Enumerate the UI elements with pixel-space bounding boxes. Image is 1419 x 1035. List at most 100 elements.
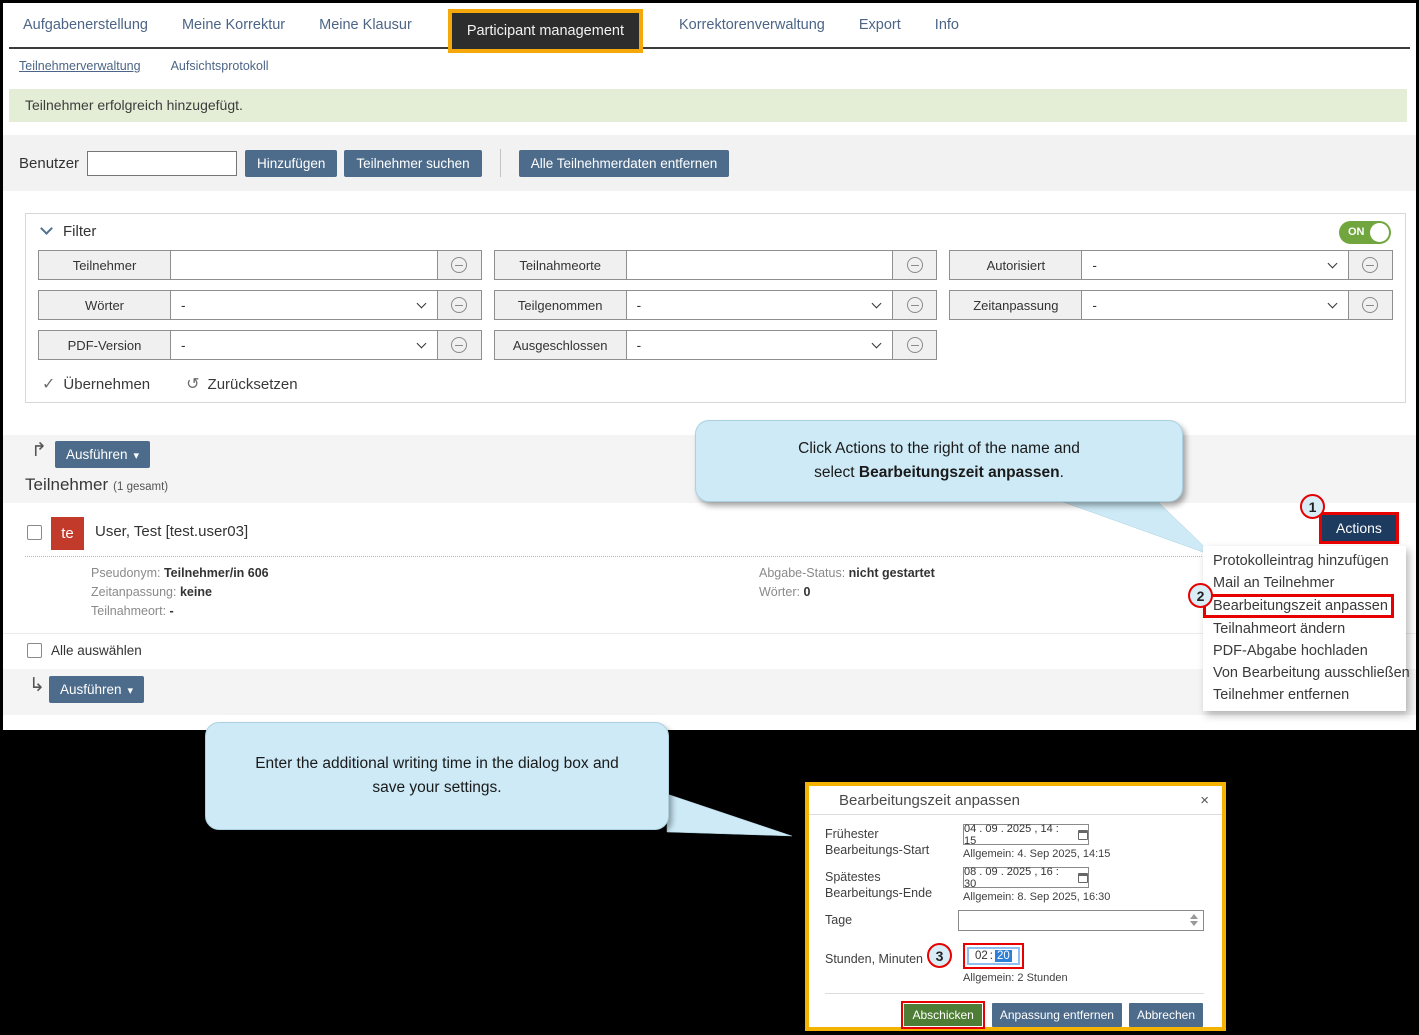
user-add-toolbar: Benutzer Hinzufügen Teilnehmer suchen Al… xyxy=(3,135,1416,191)
time-hours: 02 xyxy=(975,950,988,962)
filter-label: Wörter xyxy=(39,291,171,319)
field-area xyxy=(958,910,1204,936)
start-datetime-input[interactable]: 04 . 09 . 2025 , 14 : 15 xyxy=(963,824,1089,845)
filter-teilnehmer-input[interactable] xyxy=(171,251,437,279)
participant-details-right: Abgabe-Status: nicht gestartet Wörter: 0 xyxy=(759,564,935,602)
filter-field-teilnahmeorte: Teilnahmeorte xyxy=(494,250,938,280)
remove-filter-button[interactable] xyxy=(892,331,936,359)
field-hint: Allgemein: 8. Sep 2025, 16:30 xyxy=(963,891,1110,903)
check-icon: ✓ xyxy=(42,374,55,394)
tab-export[interactable]: Export xyxy=(859,17,901,33)
dialog-body: FrühesterBearbeitungs-Start 04 . 09 . 20… xyxy=(809,815,1222,1029)
cancel-button[interactable]: Abbrechen xyxy=(1129,1003,1203,1027)
chevron-down-icon xyxy=(872,339,882,349)
close-icon[interactable]: × xyxy=(1200,792,1209,809)
calendar-icon[interactable] xyxy=(1078,873,1088,883)
remove-filter-button[interactable] xyxy=(437,251,481,279)
filter-grid: Teilnehmer Teilnahmeorte Autorisiert - W… xyxy=(38,250,1393,360)
dialog-row-start: FrühesterBearbeitungs-Start 04 . 09 . 20… xyxy=(825,824,1204,860)
time-separator: : xyxy=(990,950,993,962)
menu-item-mail[interactable]: Mail an Teilnehmer xyxy=(1203,572,1406,594)
remove-filter-button[interactable] xyxy=(437,291,481,319)
menu-item-protokolleintrag[interactable]: Protokolleintrag hinzufügen xyxy=(1203,550,1406,572)
field-hint: Allgemein: 4. Sep 2025, 14:15 xyxy=(963,848,1110,860)
select-value: - xyxy=(1092,258,1097,273)
reset-filter-button[interactable]: ↺Zurücksetzen xyxy=(186,374,297,394)
screenshot-frame: Aufgabenerstellung Meine Korrektur Meine… xyxy=(0,0,1419,1035)
participant-checkbox[interactable] xyxy=(27,525,42,540)
chevron-down-icon xyxy=(40,222,53,235)
tage-input[interactable] xyxy=(958,910,1204,931)
select-value: - xyxy=(181,338,186,353)
filter-teilnahmeorte-input[interactable] xyxy=(627,251,893,279)
field-label: FrühesterBearbeitungs-Start xyxy=(825,824,963,860)
filter-zeitanpassung-select[interactable]: - xyxy=(1082,291,1348,319)
benutzer-input[interactable] xyxy=(87,151,237,176)
time-input[interactable]: 02 : 20 xyxy=(967,947,1020,965)
filter-autorisiert-select[interactable]: - xyxy=(1082,251,1348,279)
remove-filter-button[interactable] xyxy=(437,331,481,359)
filter-title: Filter xyxy=(63,223,96,240)
filter-woerter-select[interactable]: - xyxy=(171,291,437,319)
execute-label: Ausführen xyxy=(60,682,122,697)
end-datetime-input[interactable]: 08 . 09 . 2025 , 16 : 30 xyxy=(963,867,1089,888)
circled-minus-icon xyxy=(907,257,923,273)
add-button[interactable]: Hinzufügen xyxy=(245,150,337,177)
menu-item-teilnahmeort[interactable]: Teilnahmeort ändern xyxy=(1203,618,1406,640)
select-all-checkbox[interactable] xyxy=(27,643,42,658)
filter-header[interactable]: Filter ON xyxy=(26,214,1405,248)
tab-info[interactable]: Info xyxy=(935,17,959,33)
bubble-1-line-1: Click Actions to the right of the name a… xyxy=(696,437,1182,461)
search-participant-button[interactable]: Teilnehmer suchen xyxy=(344,150,481,177)
subnav-aufsichtsprotokoll[interactable]: Aufsichtsprotokoll xyxy=(171,59,269,73)
remove-all-data-button[interactable]: Alle Teilnehmerdaten entfernen xyxy=(519,150,730,177)
actions-menu: Protokolleintrag hinzufügen Mail an Teil… xyxy=(1203,546,1406,711)
tab-aufgabenerstellung[interactable]: Aufgabenerstellung xyxy=(23,17,148,33)
benutzer-label: Benutzer xyxy=(19,155,79,172)
reset-icon: ↺ xyxy=(186,374,199,394)
menu-item-ausschliessen[interactable]: Von Bearbeitung ausschließen xyxy=(1203,662,1406,684)
select-value: - xyxy=(637,298,642,313)
circled-minus-icon xyxy=(907,337,923,353)
filter-pdf-version-select[interactable]: - xyxy=(171,331,437,359)
remove-filter-button[interactable] xyxy=(892,291,936,319)
filter-teilgenommen-select[interactable]: - xyxy=(627,291,893,319)
tab-korrektorenverwaltung[interactable]: Korrektorenverwaltung xyxy=(679,17,825,33)
dialog-footer: Abschicken Anpassung entfernen Abbrechen xyxy=(825,993,1204,1029)
remove-filter-button[interactable] xyxy=(1348,291,1392,319)
detail-line: Abgabe-Status: nicht gestartet xyxy=(759,564,935,583)
execute-label: Ausführen xyxy=(66,447,128,462)
spinner-icon[interactable] xyxy=(1190,914,1198,926)
apply-filter-button[interactable]: ✓ Übernehmen xyxy=(42,374,150,394)
execute-bottom-button[interactable]: Ausführen▾ xyxy=(49,676,144,703)
remove-filter-button[interactable] xyxy=(1348,251,1392,279)
submit-button[interactable]: Abschicken xyxy=(904,1004,981,1026)
dialog-row-end: SpätestesBearbeitungs-Ende 08 . 09 . 202… xyxy=(825,867,1204,903)
menu-item-bearbeitungszeit[interactable]: Bearbeitungszeit anpassen xyxy=(1203,594,1394,618)
bearbeitungszeit-dialog: Bearbeitungszeit anpassen × FrühesterBea… xyxy=(805,782,1226,1031)
filter-on-toggle[interactable]: ON xyxy=(1339,221,1391,244)
actions-button[interactable]: Actions xyxy=(1322,515,1396,541)
remove-adjustment-button[interactable]: Anpassung entfernen xyxy=(992,1003,1122,1027)
menu-item-entfernen[interactable]: Teilnehmer entfernen xyxy=(1203,684,1406,706)
filter-ausgeschlossen-select[interactable]: - xyxy=(627,331,893,359)
menu-item-pdf-abgabe[interactable]: PDF-Abgabe hochladen xyxy=(1203,640,1406,662)
select-value: - xyxy=(637,338,642,353)
remove-filter-button[interactable] xyxy=(892,251,936,279)
select-value: - xyxy=(1092,298,1097,313)
tab-meine-klausur[interactable]: Meine Klausur xyxy=(319,17,412,33)
filter-actions: ✓ Übernehmen ↺Zurücksetzen xyxy=(26,374,1405,394)
tab-participant-management[interactable]: Participant management xyxy=(452,13,639,49)
tab-meine-korrektur[interactable]: Meine Korrektur xyxy=(182,17,285,33)
field-area: 04 . 09 . 2025 , 14 : 15 Allgemein: 4. S… xyxy=(963,824,1110,860)
apply-label: Übernehmen xyxy=(63,376,150,393)
annotation-highlight-actions: Actions xyxy=(1319,512,1399,544)
field-label: SpätestesBearbeitungs-Ende xyxy=(825,867,963,903)
participant-name: User, Test [test.user03] xyxy=(95,523,248,540)
detail-line: Zeitanpassung: keine xyxy=(91,583,269,602)
execute-top-button[interactable]: Ausführen▾ xyxy=(55,441,150,468)
calendar-icon[interactable] xyxy=(1078,830,1088,840)
select-value: - xyxy=(181,298,186,313)
subnav-teilnehmerverwaltung[interactable]: Teilnehmerverwaltung xyxy=(19,59,141,73)
circled-minus-icon xyxy=(451,297,467,313)
